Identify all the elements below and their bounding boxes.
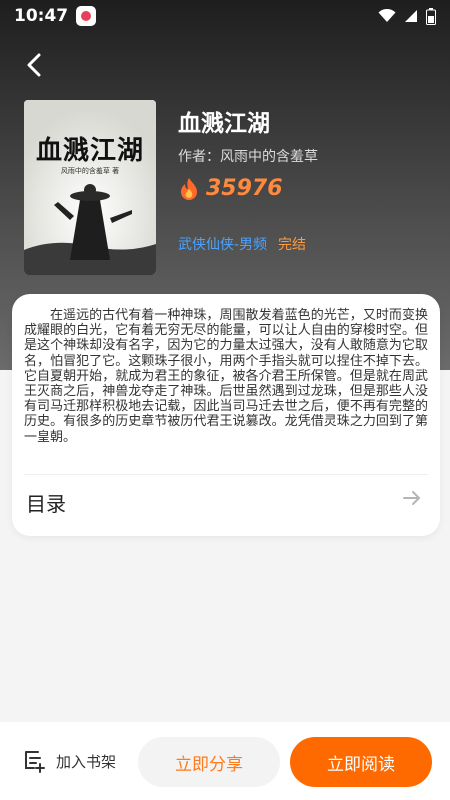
signal-icon: [405, 10, 417, 22]
app-notification-icon: [76, 6, 97, 26]
wifi-icon: [378, 9, 396, 22]
book-cover[interactable]: 血溅江湖 风雨中的含羞草 著: [24, 100, 156, 275]
cover-title: 血溅江湖: [35, 136, 144, 166]
back-button[interactable]: [18, 48, 52, 82]
status-icons: [378, 7, 436, 25]
flame-icon: [181, 177, 197, 200]
add-to-shelf-label: 加入书架: [56, 752, 117, 771]
heat-value: 35976: [206, 176, 283, 201]
bottom-action-bar: 加入书架 立即分享 立即阅读: [0, 722, 450, 800]
status-time: 10:47: [14, 6, 69, 26]
add-to-shelf-icon: [25, 751, 45, 773]
arrow-right-icon: [403, 491, 420, 505]
book-detail-card: 在遥远的古代有着一种神珠，周围散发着蓝色的光芒，又时而变换成耀眼的白光，它有着无…: [12, 294, 440, 536]
book-title: 血溅江湖: [178, 111, 270, 137]
divider: [24, 474, 428, 475]
book-synopsis: 在遥远的古代有着一种神珠，周围散发着蓝色的光芒，又时而变换成耀眼的白光，它有着无…: [24, 308, 428, 445]
completion-status-tag: 完结: [278, 237, 306, 253]
chevron-left-icon: [27, 53, 41, 77]
toc-label: 目录: [26, 492, 66, 516]
table-of-contents-row[interactable]: 目录: [12, 478, 440, 524]
battery-icon: [426, 7, 436, 25]
book-author: 作者：风雨中的含羞草: [178, 149, 318, 165]
read-now-button[interactable]: 立即阅读: [290, 737, 432, 787]
status-bar: 10:47: [0, 0, 450, 32]
heat-score: 35976: [178, 176, 283, 201]
cover-illustration: [24, 100, 156, 275]
cover-author: 风雨中的含羞草 著: [60, 167, 120, 175]
add-to-shelf-button[interactable]: 加入书架: [20, 748, 116, 774]
genre-tag[interactable]: 武侠仙侠-男频: [178, 234, 267, 254]
share-button[interactable]: 立即分享: [138, 737, 280, 787]
